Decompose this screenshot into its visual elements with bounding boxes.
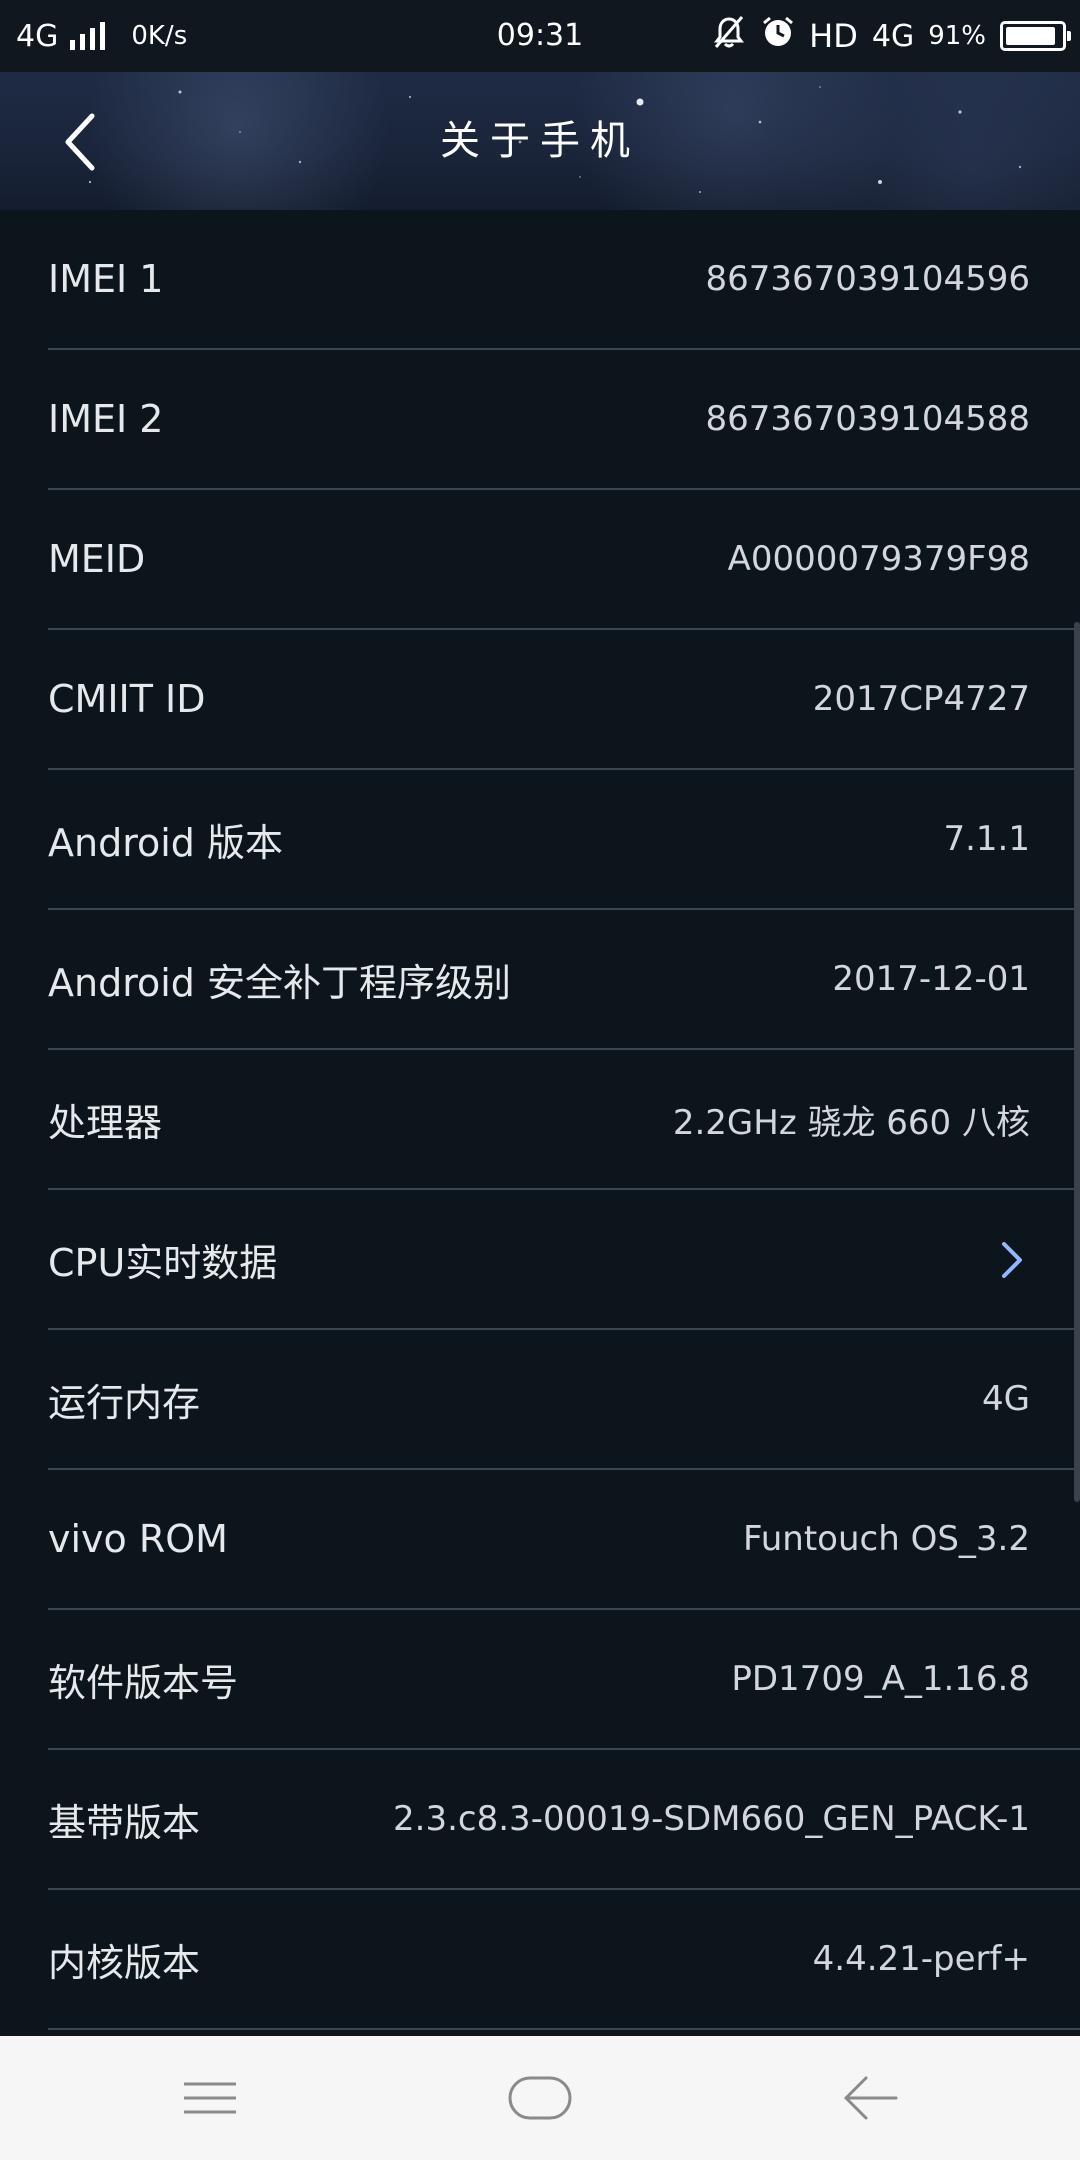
row-label: 运行内存 [48, 1380, 201, 1425]
home-button[interactable] [480, 2058, 600, 2138]
nav-back-button[interactable] [810, 2058, 930, 2138]
row-value: PD1709_A_1.16.8 [731, 1659, 1030, 1699]
row-value: 867367039104588 [705, 399, 1030, 439]
row-label: 处理器 [48, 1100, 163, 1145]
row-imei-1: IMEI 1 867367039104596 [48, 210, 1080, 350]
row-value: 2.2GHz 骁龙 660 八核 [672, 1102, 1030, 1143]
row-android-version: Android 版本 7.1.1 [48, 770, 1080, 910]
navigation-bar [0, 2036, 1080, 2160]
back-arrow-icon [844, 2076, 898, 2120]
row-software-version: 软件版本号 PD1709_A_1.16.8 [48, 1610, 1080, 1750]
notification-off-icon [711, 14, 747, 58]
menu-button[interactable] [150, 2058, 270, 2138]
chevron-right-icon [1002, 1242, 1022, 1278]
row-label: CMIIT ID [48, 677, 206, 721]
scrollbar[interactable] [1074, 622, 1080, 1502]
row-value: 2017CP4727 [812, 679, 1030, 719]
row-value: 4.4.21-perf+ [812, 1939, 1030, 1979]
row-label: Android 版本 [48, 820, 283, 865]
row-cpu-realtime[interactable]: CPU实时数据 [48, 1190, 1080, 1330]
row-baseband-version: 基带版本 2.3.c8.3-00019-SDM660_GEN_PACK-1 [48, 1750, 1080, 1890]
row-value: 4G [982, 1379, 1030, 1419]
row-meid: MEID A0000079379F98 [48, 490, 1080, 630]
row-label: MEID [48, 537, 146, 581]
menu-icon [184, 2082, 236, 2114]
battery-fill [1006, 27, 1055, 45]
row-value: 2.3.c8.3-00019-SDM660_GEN_PACK-1 [393, 1799, 1030, 1839]
header: 关于手机 [0, 72, 1080, 210]
row-label: Android 安全补丁程序级别 [48, 960, 511, 1005]
info-list: IMEI 1 867367039104596 IMEI 2 8673670391… [0, 210, 1080, 2036]
row-value: 867367039104596 [705, 259, 1030, 299]
row-cmiit-id: CMIIT ID 2017CP4727 [48, 630, 1080, 770]
row-value: 7.1.1 [943, 819, 1030, 859]
row-label: IMEI 2 [48, 397, 164, 441]
network-type-right: 4G [871, 18, 915, 54]
row-label: 基带版本 [48, 1800, 201, 1845]
page-title: 关于手机 [440, 118, 640, 164]
row-label: CPU实时数据 [48, 1240, 278, 1285]
hd-indicator: HD [809, 17, 858, 55]
row-label: 内核版本 [48, 1940, 201, 1985]
row-label: 软件版本号 [48, 1660, 239, 1705]
row-value: 2017-12-01 [832, 959, 1030, 999]
row-value: A0000079379F98 [727, 539, 1030, 579]
battery-icon [1000, 21, 1071, 51]
status-right: HD 4G 91% [711, 0, 1071, 72]
row-processor: 处理器 2.2GHz 骁龙 660 八核 [48, 1050, 1080, 1190]
status-bar: 4G 0K/s 09:31 HD 4G 91% [0, 0, 1080, 72]
battery-percent: 91% [928, 21, 986, 51]
row-label: vivo ROM [48, 1517, 228, 1561]
row-security-patch: Android 安全补丁程序级别 2017-12-01 [48, 910, 1080, 1050]
row-vivo-rom: vivo ROM Funtouch OS_3.2 [48, 1470, 1080, 1610]
row-label: IMEI 1 [48, 257, 164, 301]
row-value: Funtouch OS_3.2 [743, 1519, 1030, 1559]
home-icon [508, 2076, 572, 2120]
alarm-icon [761, 15, 795, 57]
row-kernel-version: 内核版本 4.4.21-perf+ [48, 1890, 1080, 2030]
row-imei-2: IMEI 2 867367039104588 [48, 350, 1080, 490]
row-ram: 运行内存 4G [48, 1330, 1080, 1470]
